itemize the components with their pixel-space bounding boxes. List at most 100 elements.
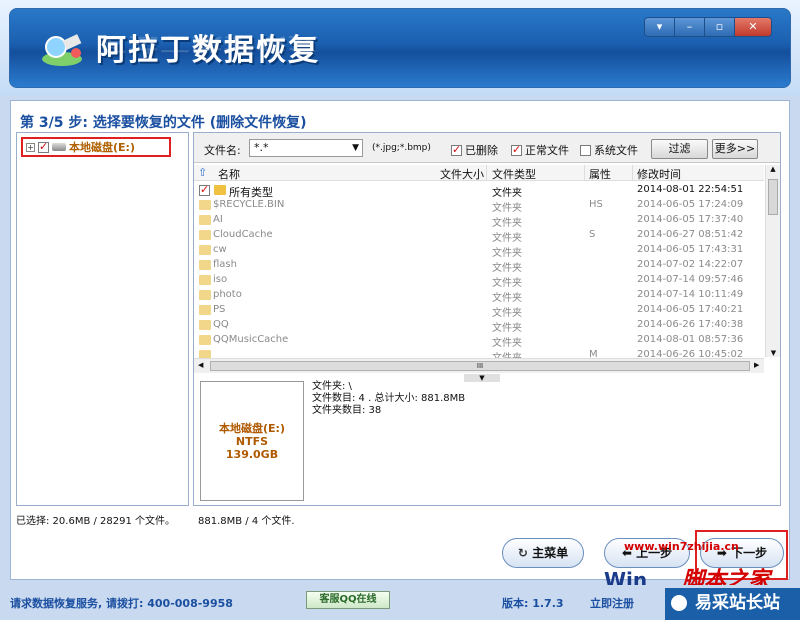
drive-card-size: 139.0GB: [225, 448, 279, 461]
selection-status: 已选择: 20.6MB / 28291 个文件。: [16, 516, 176, 527]
row-name: AI: [213, 214, 223, 225]
scroll-up-icon[interactable]: ▲: [766, 165, 780, 173]
h-scroll-thumb[interactable]: III: [210, 361, 750, 371]
row-type: 文件夹: [492, 308, 522, 319]
expand-icon[interactable]: +: [26, 142, 35, 152]
row-attr: HS: [589, 199, 603, 210]
horizontal-scrollbar[interactable]: ◀ III ▶: [194, 358, 764, 373]
scroll-thumb[interactable]: [768, 179, 778, 215]
filename-value: *.*: [254, 141, 269, 154]
folder-icon: [199, 275, 211, 285]
table-row[interactable]: $RECYCLE.BIN 文件夹 HS 2014-06-05 17:24:09: [194, 198, 764, 214]
table-row[interactable]: 文件夹 M 2014-06-26 10:45:02: [194, 348, 764, 358]
main-menu-button[interactable]: ↻ 主菜单: [502, 538, 584, 568]
folder-icon: [199, 290, 211, 300]
row-name: $RECYCLE.BIN: [213, 199, 285, 210]
row-name: photo: [213, 289, 242, 300]
normal-label: 正常文件: [525, 144, 569, 157]
table-row[interactable]: 所有类型文件夹2014-08-01 22:54:51: [194, 183, 764, 199]
register-link[interactable]: 立即注册: [590, 595, 634, 611]
drive-checkbox[interactable]: [38, 140, 49, 153]
table-row[interactable]: photo 文件夹 2014-07-14 10:11:49: [194, 288, 764, 304]
more-button[interactable]: 更多>>: [712, 139, 758, 159]
folder-icon: [199, 260, 211, 270]
row-time: 2014-06-26 17:40:38: [637, 319, 744, 330]
row-time: 2014-08-01 22:54:51: [637, 184, 744, 195]
row-type: 文件夹: [492, 203, 522, 214]
scroll-left-icon[interactable]: ◀: [198, 361, 203, 369]
col-attr[interactable]: 属性: [589, 166, 611, 182]
details-folder: 文件夹: \: [312, 381, 352, 392]
col-name[interactable]: 名称: [218, 166, 240, 182]
row-type: 文件夹: [492, 349, 522, 358]
details-count: 文件数目: 4 . 总计大小: 881.8MB: [312, 393, 466, 404]
row-type: 文件夹: [492, 263, 522, 274]
drive-tree: + 本地磁盘(E:): [16, 132, 189, 506]
row-checkbox[interactable]: [199, 183, 210, 196]
refresh-icon: ↻: [517, 546, 528, 560]
folder-icon: [199, 245, 211, 255]
close-button[interactable]: ✕: [735, 18, 771, 36]
file-panel: 文件名: *.* ▼ (*.jpg;*.bmp) 已删除 正常文件 系统文件 过…: [193, 132, 781, 506]
table-row[interactable]: CloudCache 文件夹 S 2014-06-27 08:51:42: [194, 228, 764, 244]
filter-button[interactable]: 过滤: [651, 139, 708, 159]
deleted-checkbox[interactable]: [451, 143, 462, 156]
drive-card-fs: NTFS: [235, 435, 269, 448]
row-name: cw: [213, 244, 227, 255]
col-size[interactable]: 文件大小: [440, 166, 484, 182]
banner: 阿拉丁数据恢复 阿拉丁数据恢复 ▾ – ▫ ✕: [9, 8, 791, 88]
column-divider: [584, 165, 585, 181]
vertical-scrollbar[interactable]: ▲ ▼: [765, 165, 780, 357]
list-header: ⇧ 名称 文件大小 文件类型 属性 修改时间: [194, 165, 764, 181]
summary-status: 881.8MB / 4 个文件.: [198, 516, 295, 527]
row-name: CloudCache: [213, 229, 273, 240]
app-title-reflection: 阿拉丁数据恢复: [96, 33, 320, 55]
tree-node-drive-e[interactable]: + 本地磁盘(E:): [21, 137, 171, 157]
filename-label: 文件名:: [204, 144, 241, 157]
folder-details: 文件夹: \ 文件数目: 4 . 总计大小: 881.8MB 文件夹数目: 38: [312, 381, 465, 417]
row-time: 2014-07-14 10:11:49: [637, 289, 744, 300]
main-menu-label: 主菜单: [532, 546, 569, 560]
folder-icon: [199, 215, 211, 225]
tree-node-label: 本地磁盘(E:): [69, 141, 135, 154]
table-row[interactable]: flash 文件夹 2014-07-02 14:22:07: [194, 258, 764, 274]
qq-support-button[interactable]: 客服QQ在线: [306, 591, 390, 609]
scroll-down-icon[interactable]: ▼: [766, 349, 781, 357]
table-row[interactable]: iso 文件夹 2014-07-14 09:57:46: [194, 273, 764, 289]
col-time[interactable]: 修改时间: [637, 166, 681, 182]
watermark-yicai: 易采站长站: [665, 588, 800, 620]
window-controls: ▾ – ▫ ✕: [644, 17, 772, 37]
row-name: PS: [213, 304, 226, 315]
normal-option[interactable]: 正常文件: [511, 142, 569, 158]
up-arrow-icon[interactable]: ⇧: [198, 166, 207, 179]
table-row[interactable]: QQ 文件夹 2014-06-26 17:40:38: [194, 318, 764, 334]
system-option[interactable]: 系统文件: [580, 142, 638, 158]
folder-icon: [199, 230, 211, 240]
drive-info-card: 本地磁盘(E:) NTFS 139.0GB: [200, 381, 304, 501]
col-type[interactable]: 文件类型: [492, 166, 536, 182]
table-row[interactable]: AI 文件夹 2014-06-05 17:37:40: [194, 213, 764, 229]
row-name: QQ: [213, 319, 229, 330]
menu-button[interactable]: ▾: [645, 18, 675, 36]
filename-select[interactable]: *.* ▼: [249, 139, 363, 157]
row-time: 2014-06-05 17:43:31: [637, 244, 744, 255]
table-row[interactable]: cw 文件夹 2014-06-05 17:43:31: [194, 243, 764, 259]
deleted-option[interactable]: 已删除: [451, 142, 498, 158]
normal-checkbox[interactable]: [511, 143, 522, 156]
row-time: 2014-07-14 09:57:46: [637, 274, 744, 285]
maximize-button[interactable]: ▫: [705, 18, 735, 36]
row-type: 文件夹: [492, 248, 522, 259]
deleted-label: 已删除: [465, 144, 498, 157]
panel-splitter[interactable]: ▼: [464, 374, 500, 382]
minimize-button[interactable]: –: [675, 18, 705, 36]
folder-icon: [199, 335, 211, 345]
table-row[interactable]: PS 文件夹 2014-06-05 17:40:21: [194, 303, 764, 319]
watermark-site: www.win7zhijia.cn: [624, 540, 739, 553]
scroll-right-icon[interactable]: ▶: [754, 361, 759, 369]
row-attr: M: [589, 349, 598, 358]
row-type: 文件夹: [492, 323, 522, 334]
system-checkbox[interactable]: [580, 144, 591, 156]
row-name: QQMusicCache: [213, 334, 289, 345]
row-time: 2014-06-27 08:51:42: [637, 229, 744, 240]
table-row[interactable]: QQMusicCache 文件夹 2014-08-01 08:57:36: [194, 333, 764, 349]
